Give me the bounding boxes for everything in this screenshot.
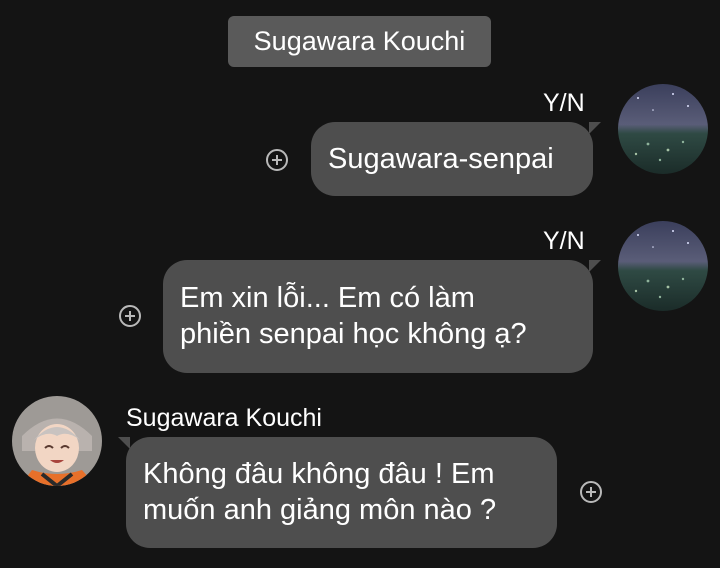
add-reaction-icon[interactable] [119,305,141,327]
message-bubble[interactable]: Em xin lỗi... Em có làm phiền senpai học… [163,260,601,373]
add-reaction-icon[interactable] [580,481,602,503]
bubble-tail [118,437,130,449]
message-text-line: Em xin lỗi... Em có làm [180,282,475,314]
bubble-tail [589,122,601,134]
message-bubble[interactable]: Không đâu không đâu ! Em muốn anh giảng … [118,437,557,548]
add-reaction-icon[interactable] [266,149,288,171]
starry-field-avatar[interactable] [618,221,708,311]
sender-name: Y/N [543,89,585,117]
message-text-line: phiền senpai học không ạ? [180,318,527,350]
starry-field-avatar[interactable] [618,84,708,174]
chat-title: Sugawara Kouchi [228,16,491,67]
message-text-line: muốn anh giảng môn nào ? [143,494,497,526]
message-bubble[interactable]: Sugawara-senpai [311,122,601,196]
sender-name: Sugawara Kouchi [126,404,322,432]
message-text-line: Không đâu không đâu ! Em [143,458,495,490]
message-text: Sugawara-senpai [328,143,554,175]
anime-character-avatar[interactable] [12,396,102,486]
sender-name: Y/N [543,227,585,255]
bubble-tail [589,260,601,272]
